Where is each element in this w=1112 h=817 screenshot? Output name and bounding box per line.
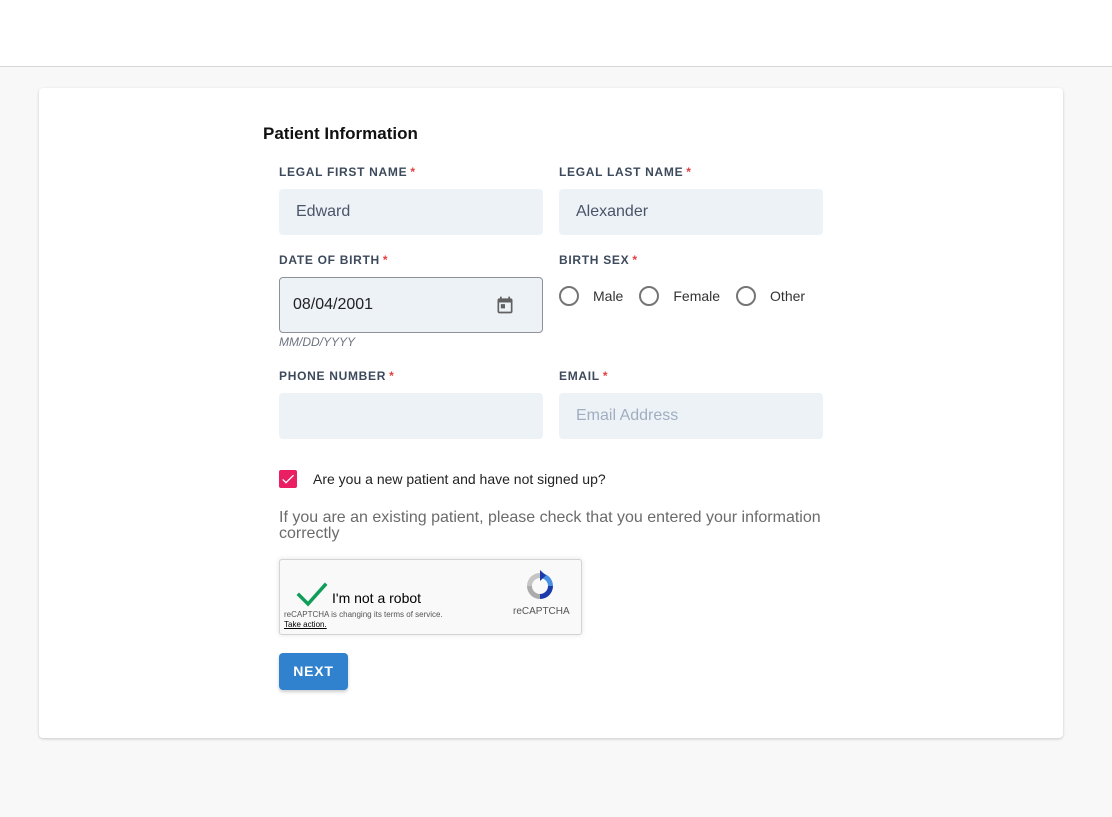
new-patient-label: Are you a new patient and have not signe… [313, 471, 606, 487]
birth-sex-field: BIRTH SEX * Male Female Other [559, 252, 859, 306]
radio-label: Female [673, 288, 721, 304]
recaptcha-take-action-link[interactable]: Take action. [284, 620, 327, 629]
radio-male[interactable]: Male [559, 286, 623, 306]
checkmark-icon [282, 474, 294, 484]
page-title: Patient Information [263, 124, 418, 143]
birth-sex-label: BIRTH SEX [559, 253, 630, 267]
required-marker: * [632, 253, 638, 267]
next-button[interactable]: NEXT [279, 653, 348, 690]
required-marker: * [602, 369, 609, 383]
calendar-icon[interactable] [495, 295, 515, 315]
dob-label: DATE OF BIRTH [279, 253, 380, 267]
phone-label: PHONE NUMBER [279, 369, 387, 383]
required-marker: * [382, 253, 389, 267]
first-name-field: LEGAL FIRST NAME * [279, 164, 543, 235]
recaptcha-brand: reCAPTCHA [513, 606, 570, 617]
required-marker: * [686, 165, 692, 179]
required-marker: * [389, 369, 395, 383]
last-name-input[interactable] [559, 189, 823, 235]
radio-other[interactable]: Other [736, 286, 805, 306]
email-input[interactable]: Email Address [559, 393, 823, 439]
first-name-label: LEGAL FIRST NAME [279, 165, 408, 179]
last-name-field: LEGAL LAST NAME * [559, 164, 823, 235]
email-label: EMAIL [559, 369, 600, 383]
dob-input[interactable]: 08/04/2001 [279, 277, 543, 333]
recaptcha-label: I'm not a robot [332, 590, 422, 606]
checkmark-icon[interactable] [296, 582, 328, 608]
last-name-label: LEGAL LAST NAME [559, 165, 684, 179]
radio-female[interactable]: Female [639, 286, 720, 306]
first-name-input[interactable] [279, 189, 543, 235]
radio-circle[interactable] [559, 286, 579, 306]
phone-field: PHONE NUMBER * [279, 368, 543, 439]
phone-input[interactable] [279, 393, 543, 439]
patient-form-card: Patient Information LEGAL FIRST NAME* LE… [39, 88, 1063, 738]
recaptcha-widget: I'm not a robot reCAPTCHA is changing it… [279, 559, 582, 635]
new-patient-row: Are you a new patient and have not signe… [279, 470, 606, 488]
radio-circle[interactable] [736, 286, 757, 306]
existing-patient-info: If you are an existing patient, please c… [279, 509, 821, 542]
radio-label: Other [770, 288, 806, 304]
dob-format-hint: MM/DD/YYYY [279, 335, 356, 349]
dob-field: DATE OF BIRTH * 08/04/2001 MM/DD/YYYY [279, 252, 543, 349]
recaptcha-logo-icon [527, 570, 553, 599]
birth-sex-radio-group: Male Female Other [559, 286, 821, 306]
new-patient-checkbox[interactable] [279, 470, 297, 488]
top-bar [0, 0, 1112, 67]
dob-value: 08/04/2001 [293, 296, 374, 313]
radio-circle[interactable] [639, 286, 660, 306]
required-marker: * [410, 165, 416, 179]
recaptcha-terms: reCAPTCHA is changing its terms of servi… [284, 610, 443, 619]
email-field: EMAIL * Email Address [559, 368, 823, 439]
email-placeholder: Email Address [576, 407, 679, 424]
radio-label: Male [593, 288, 624, 304]
